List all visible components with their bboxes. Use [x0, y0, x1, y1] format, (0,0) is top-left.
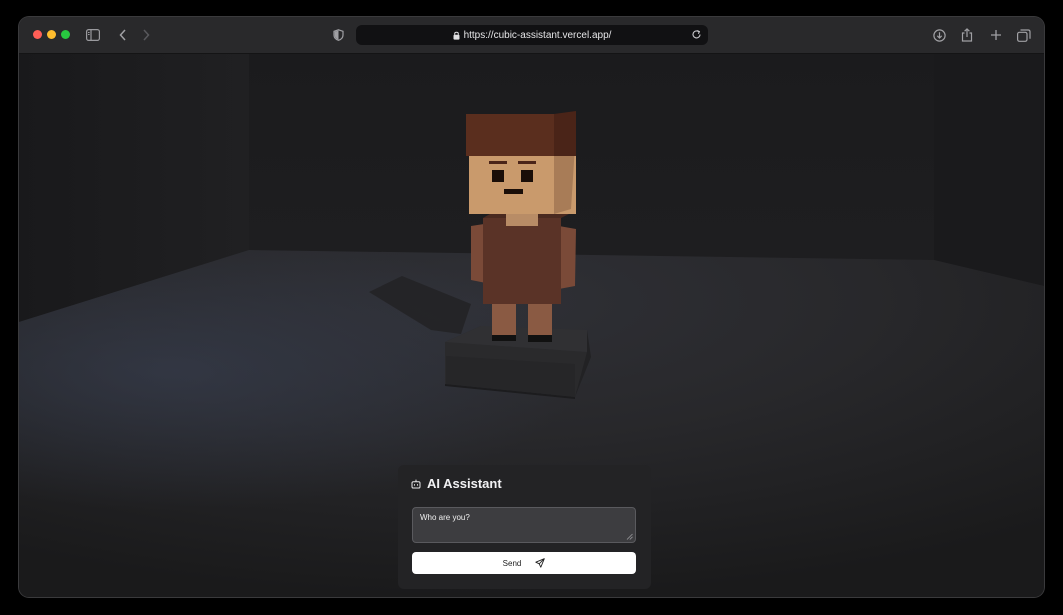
browser-window: https://cubic-assistant.vercel.app/ AI A…	[19, 17, 1044, 597]
web-content: AI Assistant Who are you? Send	[19, 54, 1044, 597]
sidebar-icon[interactable]	[83, 25, 103, 45]
left-eye	[492, 170, 504, 182]
left-leg	[492, 303, 516, 336]
right-leg	[528, 303, 552, 336]
mouth	[504, 189, 523, 194]
lock-icon	[453, 31, 460, 40]
zoom-window-button[interactable]	[61, 30, 70, 39]
right-shoe	[528, 335, 552, 342]
send-icon	[535, 558, 546, 568]
share-icon[interactable]	[957, 25, 977, 45]
forward-icon[interactable]	[136, 25, 156, 45]
download-icon[interactable]	[929, 25, 949, 45]
right-arm	[559, 226, 576, 289]
new-tab-icon[interactable]	[986, 25, 1006, 45]
resize-grip-icon[interactable]	[626, 533, 633, 540]
minimize-window-button[interactable]	[47, 30, 56, 39]
hair-side	[554, 111, 576, 156]
back-icon[interactable]	[113, 25, 133, 45]
tabs-overview-icon[interactable]	[1014, 25, 1034, 45]
url-text: https://cubic-assistant.vercel.app/	[463, 29, 612, 41]
torso	[483, 218, 561, 304]
send-button[interactable]: Send	[412, 552, 636, 574]
left-eyebrow	[489, 161, 507, 164]
message-input[interactable]: Who are you?	[412, 507, 636, 543]
robot-icon	[411, 479, 421, 489]
address-bar[interactable]: https://cubic-assistant.vercel.app/	[356, 25, 708, 45]
send-label: Send	[502, 558, 522, 568]
assistant-panel: AI Assistant Who are you? Send	[398, 465, 651, 589]
browser-toolbar: https://cubic-assistant.vercel.app/	[19, 17, 1044, 54]
assistant-header: AI Assistant	[411, 476, 502, 491]
right-eye	[521, 170, 533, 182]
assistant-title: AI Assistant	[427, 476, 502, 491]
left-shoe	[492, 335, 516, 341]
shield-icon[interactable]	[328, 25, 348, 45]
close-window-button[interactable]	[33, 30, 42, 39]
neck	[506, 212, 538, 226]
right-eyebrow	[518, 161, 536, 164]
reload-icon[interactable]	[691, 29, 702, 40]
right-wall	[934, 54, 1044, 286]
